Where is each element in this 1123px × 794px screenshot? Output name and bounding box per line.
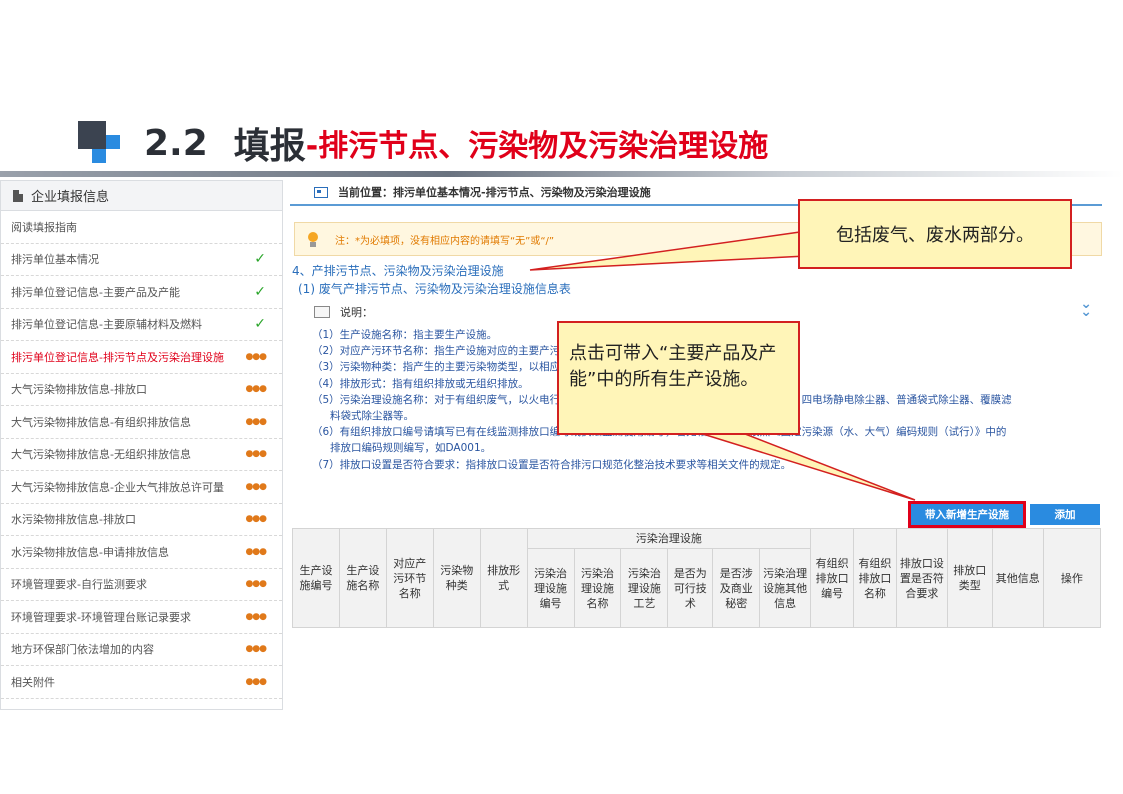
slide-subheading: -排污节点、污染物及污染治理设施 <box>305 129 769 164</box>
document-icon <box>13 189 23 202</box>
explain-label: 说明： <box>340 306 373 319</box>
pending-dots-icon: ●●● <box>245 676 267 687</box>
pending-dots-icon: ●●● <box>245 351 267 362</box>
pending-dots-icon: ●●● <box>245 644 267 655</box>
location-text: 当前位置：排污单位基本情况-排污节点、污染物及污染治理设施 <box>338 186 651 199</box>
pending-dots-icon: ●●● <box>245 514 267 525</box>
note-line: （7）排放口设置是否符合要求：指排放口设置是否符合排污口规范化整治技术要求等相关… <box>312 458 792 471</box>
col-header: 排放形式 <box>479 528 528 628</box>
sidebar-item-label: 环境管理要求-自行监测要求 <box>11 578 147 592</box>
section-title[interactable]: 4、产排污节点、污染物及污染治理设施 <box>292 262 504 279</box>
col-header: 污染治理设施编号 <box>526 548 575 628</box>
add-button[interactable]: 添加 <box>1030 504 1100 525</box>
col-header: 操作 <box>1042 528 1102 628</box>
sidebar-item-label: 阅读填报指南 <box>11 220 77 234</box>
sidebar-item-label: 相关附件 <box>11 675 55 689</box>
pending-dots-icon: ●●● <box>245 611 267 622</box>
col-header: 有组织排放口编号 <box>810 528 855 628</box>
slide-title: 2.2 填报 -排污节点、污染物及污染治理设施 <box>78 118 768 168</box>
sidebar-item-label: 环境管理要求-环境管理台账记录要求 <box>11 610 191 624</box>
expand-chevron-icon[interactable]: ⌄ ⌄ <box>1080 297 1092 319</box>
sidebar-header-label: 企业填报信息 <box>31 190 110 205</box>
col-header: 有组织排放口名称 <box>853 528 897 628</box>
pending-dots-icon: ●●● <box>245 579 267 590</box>
sidebar-item-label: 排污单位基本情况 <box>11 253 99 267</box>
bring-facilities-button[interactable]: 带入新增生产设施 <box>908 501 1026 528</box>
pending-dots-icon: ●●● <box>245 384 267 395</box>
callout-two: 点击可带入“主要产品及产能”中的所有生产设施。 <box>557 321 800 435</box>
sidebar-item[interactable]: 大气污染物排放信息-有组织排放信息 ●●● <box>1 406 282 439</box>
sidebar-item[interactable]: 排污单位登记信息-排污节点及污染治理设施 ●●● <box>1 341 282 374</box>
check-icon: ✓ <box>254 316 266 333</box>
sidebar: 企业填报信息 阅读填报指南 排污单位基本情况 ✓ 排污单位登记信息-主要产品及产能 ✓ 排… <box>0 180 283 710</box>
col-header: 生产设施名称 <box>338 528 387 628</box>
col-header: 生产设施编号 <box>292 528 340 628</box>
check-icon: ✓ <box>254 283 266 300</box>
col-header: 对应产污环节名称 <box>385 528 434 628</box>
facility-table: 生产设施编号 生产设施名称 对应产污环节名称 污染物种类 排放形式 污染治理设施… <box>292 528 1102 628</box>
sidebar-item-label: 排污单位登记信息-主要产品及产能 <box>11 285 180 299</box>
sidebar-item[interactable]: 大气污染物排放信息-无组织排放信息 ●●● <box>1 439 282 471</box>
sidebar-item-label: 水污染物排放信息-排放口 <box>11 513 136 527</box>
sidebar-item[interactable]: 大气污染物排放信息-排放口 ●●● <box>1 374 282 406</box>
sidebar-item-label: 排污单位登记信息-排污节点及污染治理设施 <box>11 350 224 364</box>
sidebar-item[interactable]: 大气污染物排放信息-企业大气排放总许可量 ●●● <box>1 471 282 504</box>
location-icon <box>314 186 328 198</box>
sidebar-item[interactable]: 环境管理要求-自行监测要求 ●●● <box>1 569 282 601</box>
table-actions: 带入新增生产设施 添加 <box>290 501 1102 528</box>
check-icon: ✓ <box>254 251 266 268</box>
group-header: 污染治理设施 <box>526 528 812 549</box>
title-divider <box>0 171 1123 177</box>
col-header: 其他信息 <box>991 528 1044 628</box>
explain-heading: 说明： <box>314 304 373 320</box>
callout-one: 包括废气、废水两部分。 <box>798 199 1072 269</box>
subsection-title[interactable]: (1) 废气产排污节点、污染物及污染治理设施信息表 <box>298 280 571 297</box>
sidebar-item[interactable]: 相关附件 ●●● <box>1 666 282 699</box>
sidebar-header: 企业填报信息 <box>1 181 282 211</box>
sidebar-item[interactable]: 水污染物排放信息-申请排放信息 ●●● <box>1 536 282 569</box>
sidebar-item-label: 地方环保部门依法增加的内容 <box>11 643 154 657</box>
pending-dots-icon: ●●● <box>245 416 267 427</box>
sidebar-item-label: 大气污染物排放信息-排放口 <box>11 383 147 397</box>
sidebar-item-label: 水污染物排放信息-申请排放信息 <box>11 545 169 559</box>
book-icon <box>314 306 330 318</box>
note-line: 排放口编码规则编写，如DA001。 <box>330 442 492 455</box>
sidebar-item[interactable]: 水污染物排放信息-排放口 ●●● <box>1 504 282 536</box>
sidebar-item[interactable]: 地方环保部门依法增加的内容 ●●● <box>1 634 282 666</box>
sidebar-item-label: 大气污染物排放信息-企业大气排放总许可量 <box>11 480 224 494</box>
sidebar-item[interactable]: 排污单位基本情况 ✓ <box>1 244 282 276</box>
title-squares-icon <box>78 121 122 165</box>
pending-dots-icon: ●●● <box>245 449 267 460</box>
slide-heading: 填报 <box>233 126 306 167</box>
sidebar-item-label: 排污单位登记信息-主要原辅材料及燃料 <box>11 318 202 332</box>
pending-dots-icon: ●●● <box>245 481 267 492</box>
sidebar-list: 阅读填报指南 排污单位基本情况 ✓ 排污单位登记信息-主要产品及产能 ✓ 排污单位登记信息… <box>1 211 282 699</box>
col-header: 是否为可行技术 <box>667 548 714 628</box>
col-header: 污染治理设施工艺 <box>620 548 669 628</box>
sidebar-item[interactable]: 阅读填报指南 <box>1 211 282 244</box>
pending-dots-icon: ●●● <box>245 546 267 557</box>
col-header: 排放口设置是否符合要求 <box>895 528 948 628</box>
col-header: 污染治理设施名称 <box>573 548 622 628</box>
sidebar-item[interactable]: 排污单位登记信息-主要原辅材料及燃料 ✓ <box>1 309 282 341</box>
col-header: 是否涉及商业秘密 <box>712 548 761 628</box>
sidebar-item[interactable]: 排污单位登记信息-主要产品及产能 ✓ <box>1 276 282 309</box>
sidebar-item[interactable]: 环境管理要求-环境管理台账记录要求 ●●● <box>1 601 282 634</box>
sidebar-item-label: 大气污染物排放信息-有组织排放信息 <box>11 415 191 429</box>
col-header: 污染治理设施其他信息 <box>759 548 812 628</box>
col-header: 排放口类型 <box>946 528 993 628</box>
notice-text: 注：*为必填项，没有相应内容的请填写“无”或“/” <box>335 235 555 247</box>
col-header: 污染物种类 <box>432 528 481 628</box>
sidebar-item-label: 大气污染物排放信息-无组织排放信息 <box>11 448 191 462</box>
slide-number: 2.2 <box>144 122 208 164</box>
lightbulb-icon <box>305 229 321 249</box>
